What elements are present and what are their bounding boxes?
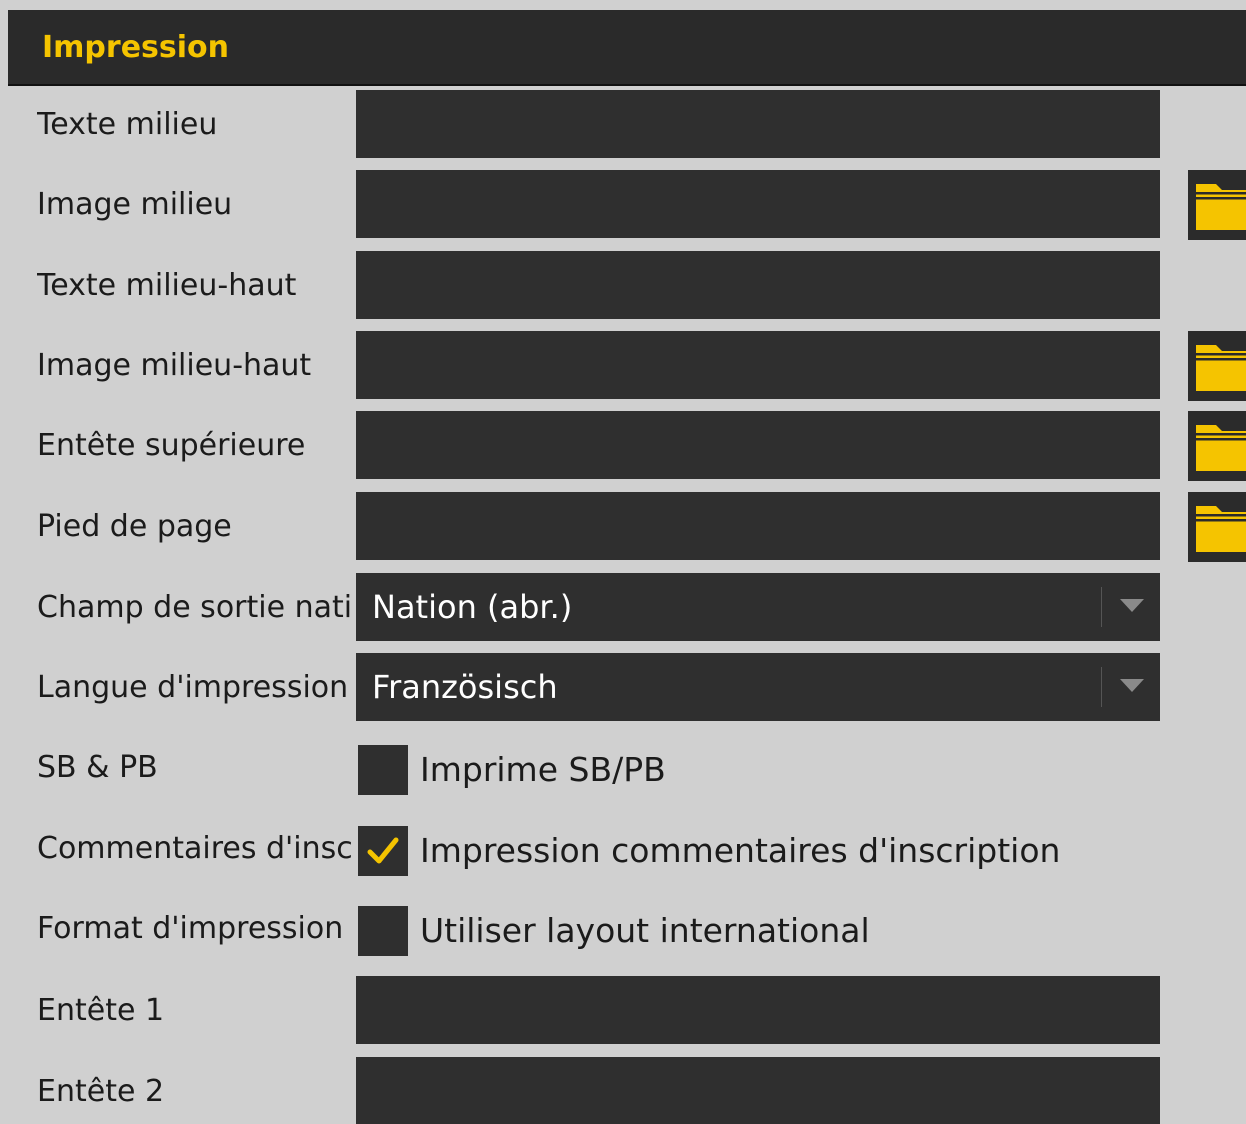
folder-icon: [1196, 506, 1246, 552]
row-champ-sortie-nation: Champ de sortie nati Nation (abr.): [8, 573, 1246, 643]
pied-de-page-browse-button[interactable]: [1188, 492, 1246, 562]
texte-milieu-haut-input[interactable]: [356, 251, 1160, 319]
entete-2-label: Entête 2: [37, 1074, 165, 1109]
entete-superieure-input[interactable]: [356, 411, 1160, 479]
image-milieu-label: Image milieu: [37, 187, 233, 222]
format-impression-label: Format d'impression: [37, 911, 344, 946]
sb-pb-label: SB & PB: [37, 750, 158, 785]
langue-impression-selected: Französisch: [372, 668, 558, 706]
sb-pb-checkbox[interactable]: [358, 745, 408, 795]
entete-2-input[interactable]: [356, 1057, 1160, 1124]
impression-panel: Impression Texte milieu Image milieu Tex…: [8, 10, 1246, 1124]
row-texte-milieu-haut: Texte milieu-haut: [8, 251, 1246, 321]
chevron-down-icon[interactable]: [1120, 679, 1144, 692]
pied-de-page-input[interactable]: [356, 492, 1160, 560]
chevron-down-icon[interactable]: [1120, 599, 1144, 612]
sb-pb-checkbox-label[interactable]: Imprime SB/PB: [420, 749, 666, 791]
commentaires-inscription-checkbox[interactable]: [358, 826, 408, 876]
folder-icon: [1196, 184, 1246, 230]
format-impression-checkbox[interactable]: [358, 906, 408, 956]
checkmark-icon: [367, 837, 399, 864]
row-format-impression: Format d'impression Utiliser layout inte…: [8, 902, 1246, 972]
image-milieu-browse-button[interactable]: [1188, 170, 1246, 240]
champ-sortie-nation-label: Champ de sortie nati: [37, 590, 353, 625]
commentaires-inscription-checkbox-label[interactable]: Impression commentaires d'inscription: [420, 830, 1060, 872]
dropdown-separator: [1101, 587, 1102, 627]
commentaires-inscription-label: Commentaires d'insc: [37, 831, 353, 866]
texte-milieu-haut-label: Texte milieu-haut: [37, 268, 297, 303]
row-entete-1: Entête 1: [8, 976, 1246, 1046]
dropdown-separator: [1101, 667, 1102, 707]
row-sb-pb: SB & PB Imprime SB/PB: [8, 741, 1246, 811]
texte-milieu-label: Texte milieu: [37, 107, 218, 142]
row-entete-superieure: Entête supérieure: [8, 411, 1246, 481]
entete-superieure-browse-button[interactable]: [1188, 411, 1246, 481]
row-commentaires-inscription: Commentaires d'insc Impression commentai…: [8, 822, 1246, 892]
row-texte-milieu: Texte milieu: [8, 90, 1246, 160]
row-langue-impression: Langue d'impression Französisch: [8, 653, 1246, 723]
row-entete-2: Entête 2: [8, 1057, 1246, 1124]
row-pied-de-page: Pied de page: [8, 492, 1246, 562]
texte-milieu-input[interactable]: [356, 90, 1160, 158]
image-milieu-haut-input[interactable]: [356, 331, 1160, 399]
pied-de-page-label: Pied de page: [37, 509, 232, 544]
langue-impression-dropdown[interactable]: Französisch: [356, 653, 1160, 721]
image-milieu-haut-label: Image milieu-haut: [37, 348, 312, 383]
image-milieu-input[interactable]: [356, 170, 1160, 238]
entete-1-input[interactable]: [356, 976, 1160, 1044]
panel-header: Impression: [8, 10, 1246, 86]
champ-sortie-nation-dropdown[interactable]: Nation (abr.): [356, 573, 1160, 641]
entete-superieure-label: Entête supérieure: [37, 428, 306, 463]
folder-icon: [1196, 425, 1246, 471]
panel-title: Impression: [42, 30, 230, 65]
format-impression-checkbox-label[interactable]: Utiliser layout international: [420, 910, 870, 952]
image-milieu-haut-browse-button[interactable]: [1188, 331, 1246, 401]
champ-sortie-nation-selected: Nation (abr.): [372, 588, 573, 626]
entete-1-label: Entête 1: [37, 993, 165, 1028]
langue-impression-label: Langue d'impression: [37, 670, 349, 705]
row-image-milieu: Image milieu: [8, 170, 1246, 240]
folder-icon: [1196, 345, 1246, 391]
row-image-milieu-haut: Image milieu-haut: [8, 331, 1246, 401]
